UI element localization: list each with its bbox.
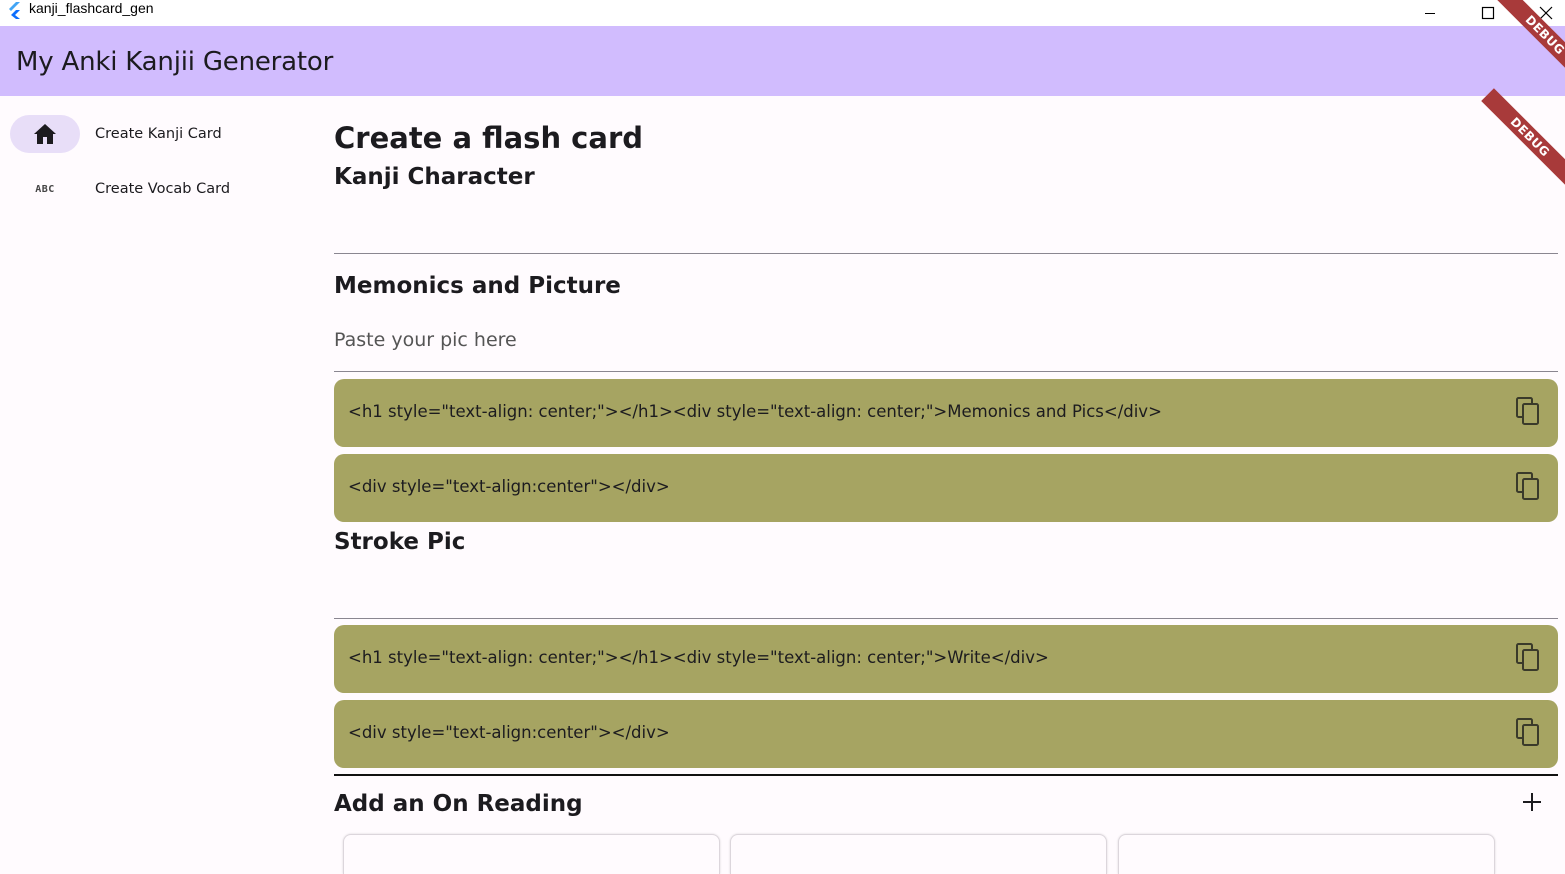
copy-icon[interactable] bbox=[1514, 717, 1542, 747]
window-title: kanji_flashcard_gen bbox=[29, 0, 154, 16]
code-block-mnemonics-header: <h1 style="text-align: center;"></h1><di… bbox=[334, 379, 1558, 447]
stroke-pic-input[interactable] bbox=[334, 562, 1558, 617]
kanji-character-input[interactable] bbox=[334, 196, 1558, 254]
maximize-icon bbox=[1481, 6, 1495, 20]
home-icon bbox=[32, 123, 58, 145]
stroke-pic-heading: Stroke Pic bbox=[334, 529, 466, 555]
on-reading-card[interactable] bbox=[1118, 834, 1495, 874]
stroke-pic-underline bbox=[334, 618, 1558, 619]
on-reading-card[interactable] bbox=[730, 834, 1107, 874]
on-reading-heading: Add an On Reading bbox=[334, 791, 583, 817]
code-block-stroke-body: <div style="text-align:center"></div> bbox=[334, 700, 1558, 768]
nav-item-create-kanji-card[interactable]: Create Kanji Card bbox=[10, 115, 300, 155]
nav-item-create-vocab-card[interactable]: ABC Create Vocab Card bbox=[10, 170, 300, 210]
nav-item-label: Create Vocab Card bbox=[95, 181, 231, 197]
kanji-input-underline bbox=[334, 253, 1558, 254]
page-title: Create a flash card bbox=[334, 121, 644, 155]
app-bar: My Anki Kanjii Generator bbox=[0, 26, 1565, 96]
on-reading-card[interactable] bbox=[343, 834, 720, 874]
navigation-rail: Create Kanji Card ABC Create Vocab Card bbox=[0, 96, 310, 871]
code-text: <h1 style="text-align: center;"></h1><di… bbox=[348, 402, 1162, 421]
code-block-stroke-header: <h1 style="text-align: center;"></h1><di… bbox=[334, 625, 1558, 693]
copy-icon[interactable] bbox=[1514, 642, 1542, 672]
code-text: <h1 style="text-align: center;"></h1><di… bbox=[348, 648, 1049, 667]
section-divider bbox=[334, 774, 1558, 776]
main-content: Create a flash card Kanji Character Memo… bbox=[334, 96, 1558, 874]
code-block-mnemonics-body: <div style="text-align:center"></div> bbox=[334, 454, 1558, 522]
window-title-bar: kanji_flashcard_gen bbox=[0, 0, 1565, 26]
kanji-character-heading: Kanji Character bbox=[334, 164, 535, 190]
code-text: <div style="text-align:center"></div> bbox=[348, 723, 670, 742]
minimize-icon bbox=[1425, 13, 1435, 14]
app-title: My Anki Kanjii Generator bbox=[16, 47, 334, 77]
abc-icon: ABC bbox=[35, 183, 55, 195]
paste-pic-input[interactable]: Paste your pic here bbox=[334, 316, 1558, 371]
paste-pic-placeholder: Paste your pic here bbox=[334, 329, 517, 351]
code-text: <div style="text-align:center"></div> bbox=[348, 477, 670, 496]
copy-icon[interactable] bbox=[1514, 471, 1542, 501]
mnemonics-heading: Memonics and Picture bbox=[334, 273, 621, 299]
add-icon[interactable] bbox=[1520, 790, 1544, 814]
paste-pic-underline bbox=[334, 371, 1558, 372]
nav-item-label: Create Kanji Card bbox=[95, 126, 222, 142]
minimize-button[interactable] bbox=[1407, 0, 1453, 26]
copy-icon[interactable] bbox=[1514, 396, 1542, 426]
flutter-logo-icon bbox=[6, 1, 24, 19]
